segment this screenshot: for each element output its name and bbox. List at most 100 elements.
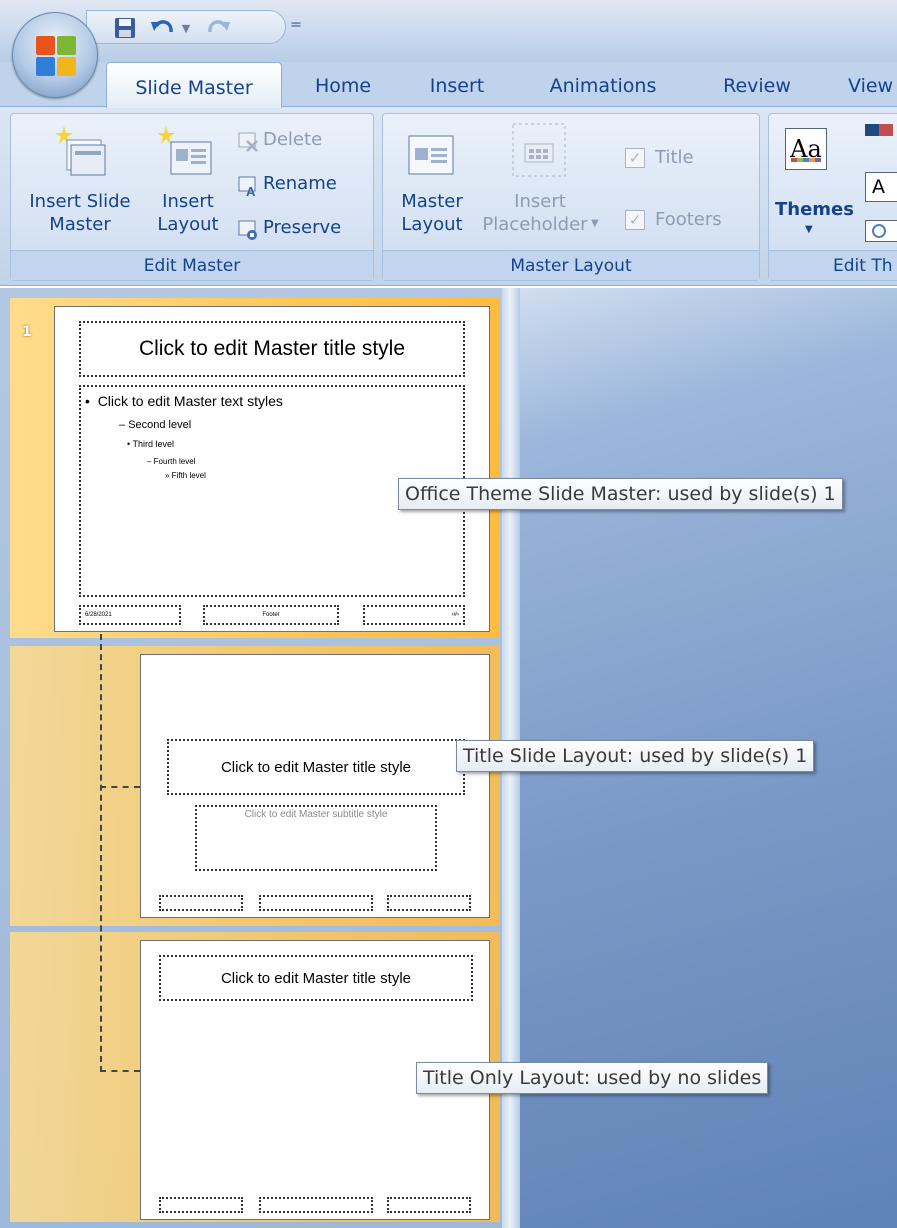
tab-review[interactable]: Review <box>712 62 802 106</box>
group-master-layout: Master Layout Insert Placeholder ▼ ✓ Tit… <box>382 113 760 281</box>
title-checkbox-box: ✓ <box>625 148 645 168</box>
body-level-4: – Fourth level <box>147 457 196 466</box>
svg-text:A: A <box>246 184 256 197</box>
master-layout-group-label: Master Layout <box>383 250 759 280</box>
title-checkbox-label: Title <box>655 147 694 168</box>
office-logo-icon <box>36 36 76 76</box>
footers-checkbox-box: ✓ <box>625 210 645 230</box>
master-layout-label-2: Layout <box>401 214 463 235</box>
footers-checkbox-label: Footers <box>655 209 722 230</box>
rename-label: Rename <box>263 173 337 194</box>
edit-master-group-label: Edit Master <box>11 250 373 280</box>
level-1-text: Click to edit Master text styles <box>97 393 283 409</box>
theme-fonts-button[interactable]: A <box>865 172 897 202</box>
master-slide-thumbnail[interactable]: Click to edit Master title style • Click… <box>54 306 490 632</box>
preserve-label: Preserve <box>263 217 342 238</box>
effects-circle-icon <box>872 224 886 238</box>
undo-dropdown-icon[interactable]: ▼ <box>179 15 193 41</box>
tab-insert[interactable]: Insert <box>412 62 502 106</box>
body-level-1: • Click to edit Master text styles <box>85 393 283 409</box>
master-date-placeholder: 6/28/2021 <box>79 605 181 625</box>
tab-home[interactable]: Home <box>298 62 388 106</box>
customize-qat-button[interactable]: = <box>284 10 308 40</box>
body-level-2: – Second level <box>119 419 192 431</box>
group-edit-master: Insert Slide Master Insert Layout Delete… <box>10 113 374 281</box>
title-only-footer-placeholder <box>259 1197 373 1213</box>
master-tooltip: Office Theme Slide Master: used by slide… <box>398 478 843 510</box>
title-only-tooltip: Title Only Layout: used by no slides <box>416 1062 769 1094</box>
insert-slide-master-label-1: Insert Slide <box>29 191 131 212</box>
theme-effects-button[interactable] <box>865 220 897 242</box>
layout-connector-branch-1 <box>100 786 140 788</box>
tab-slide-master[interactable]: Slide Master <box>106 62 282 108</box>
insert-placeholder-label-1: Insert <box>514 191 566 212</box>
title-only-title-text: Click to edit Master title style <box>220 969 412 987</box>
themes-button[interactable]: Aa Themes ▼ <box>775 118 855 242</box>
insert-placeholder-icon <box>512 123 566 177</box>
level-5-text: Fifth level <box>171 471 206 480</box>
insert-layout-label-2: Layout <box>157 214 219 235</box>
undo-icon[interactable] <box>149 15 177 41</box>
footer-text: Footer <box>262 612 280 618</box>
rename-button[interactable]: A Rename <box>237 172 367 200</box>
group-edit-theme: Aa Themes ▼ A Edit Th <box>768 113 897 281</box>
master-layout-button[interactable]: Master Layout <box>389 120 475 244</box>
edit-theme-group-label: Edit Th <box>769 250 897 280</box>
title-only-date-placeholder <box>159 1197 243 1213</box>
insert-slide-master-icon <box>55 126 106 176</box>
layout-connector-branch-2 <box>100 1070 140 1072</box>
delete-label: Delete <box>263 129 323 150</box>
title-slide-footer-placeholder <box>259 895 373 911</box>
title-slide-subtitle-text: Click to edit Master subtitle style <box>244 809 388 820</box>
insert-layout-label-1: Insert <box>162 191 214 212</box>
body-level-5: » Fifth level <box>165 471 206 480</box>
tab-animations[interactable]: Animations <box>528 62 678 106</box>
redo-icon[interactable] <box>203 15 233 41</box>
footer-date-text: 6/28/2021 <box>85 612 112 618</box>
theme-colors-strip <box>791 158 821 162</box>
office-button[interactable] <box>12 12 98 98</box>
themes-label: Themes <box>775 199 854 220</box>
delete-icon <box>238 132 258 152</box>
title-slide-title-placeholder: Click to edit Master title style <box>167 739 465 795</box>
body-level-3: • Third level <box>127 439 175 449</box>
master-layout-label-1: Master <box>401 191 463 212</box>
insert-slide-master-label-2: Master <box>49 214 111 235</box>
title-slide-date-placeholder <box>159 895 243 911</box>
delete-button[interactable]: Delete <box>237 128 367 156</box>
title-slide-tooltip: Title Slide Layout: used by slide(s) 1 <box>456 740 815 772</box>
footers-checkbox[interactable]: ✓ Footers <box>625 206 755 234</box>
master-number-placeholder: ‹#› <box>363 605 465 625</box>
level-2-text: Second level <box>128 419 192 431</box>
insert-layout-icon <box>157 126 212 175</box>
preserve-button[interactable]: Preserve <box>237 216 367 244</box>
level-4-text: Fourth level <box>153 457 196 466</box>
master-title-text: Click to edit Master title style <box>138 337 406 360</box>
title-checkbox[interactable]: ✓ Title <box>625 144 745 172</box>
master-title-placeholder: Click to edit Master title style <box>79 321 465 377</box>
insert-placeholder-label-2: Placeholder <box>482 214 588 235</box>
save-icon[interactable] <box>111 15 139 41</box>
themes-aa-icon: Aa <box>785 128 827 170</box>
color-swatch-red <box>879 124 893 136</box>
layout-connector-line <box>100 634 102 1072</box>
insert-slide-master-button[interactable]: Insert Slide Master <box>17 120 143 244</box>
title-slide-number-placeholder <box>387 895 471 911</box>
ribbon: Insert Slide Master Insert Layout Delete… <box>0 106 897 286</box>
insert-placeholder-dropdown-icon: ▼ <box>591 218 599 229</box>
insert-placeholder-button[interactable]: Insert Placeholder ▼ <box>475 120 605 244</box>
title-slide-subtitle-placeholder: Click to edit Master subtitle style <box>195 805 437 871</box>
preserve-icon <box>238 220 257 240</box>
themes-dropdown-icon: ▼ <box>805 224 813 235</box>
title-only-number-placeholder <box>387 1197 471 1213</box>
rename-icon: A <box>238 176 256 197</box>
footer-number-text: ‹#› <box>451 612 459 618</box>
quick-access-toolbar: ▼ <box>86 10 286 44</box>
insert-layout-button[interactable]: Insert Layout <box>145 120 231 244</box>
theme-colors-button[interactable] <box>861 120 897 156</box>
title-slide-layout-thumbnail[interactable]: Click to edit Master title style Click t… <box>140 654 490 918</box>
color-swatch-blue <box>865 124 879 136</box>
tab-view[interactable]: View <box>836 62 897 106</box>
title-only-title-placeholder: Click to edit Master title style <box>159 955 473 1001</box>
title-slide-title-text: Click to edit Master title style <box>220 758 412 776</box>
